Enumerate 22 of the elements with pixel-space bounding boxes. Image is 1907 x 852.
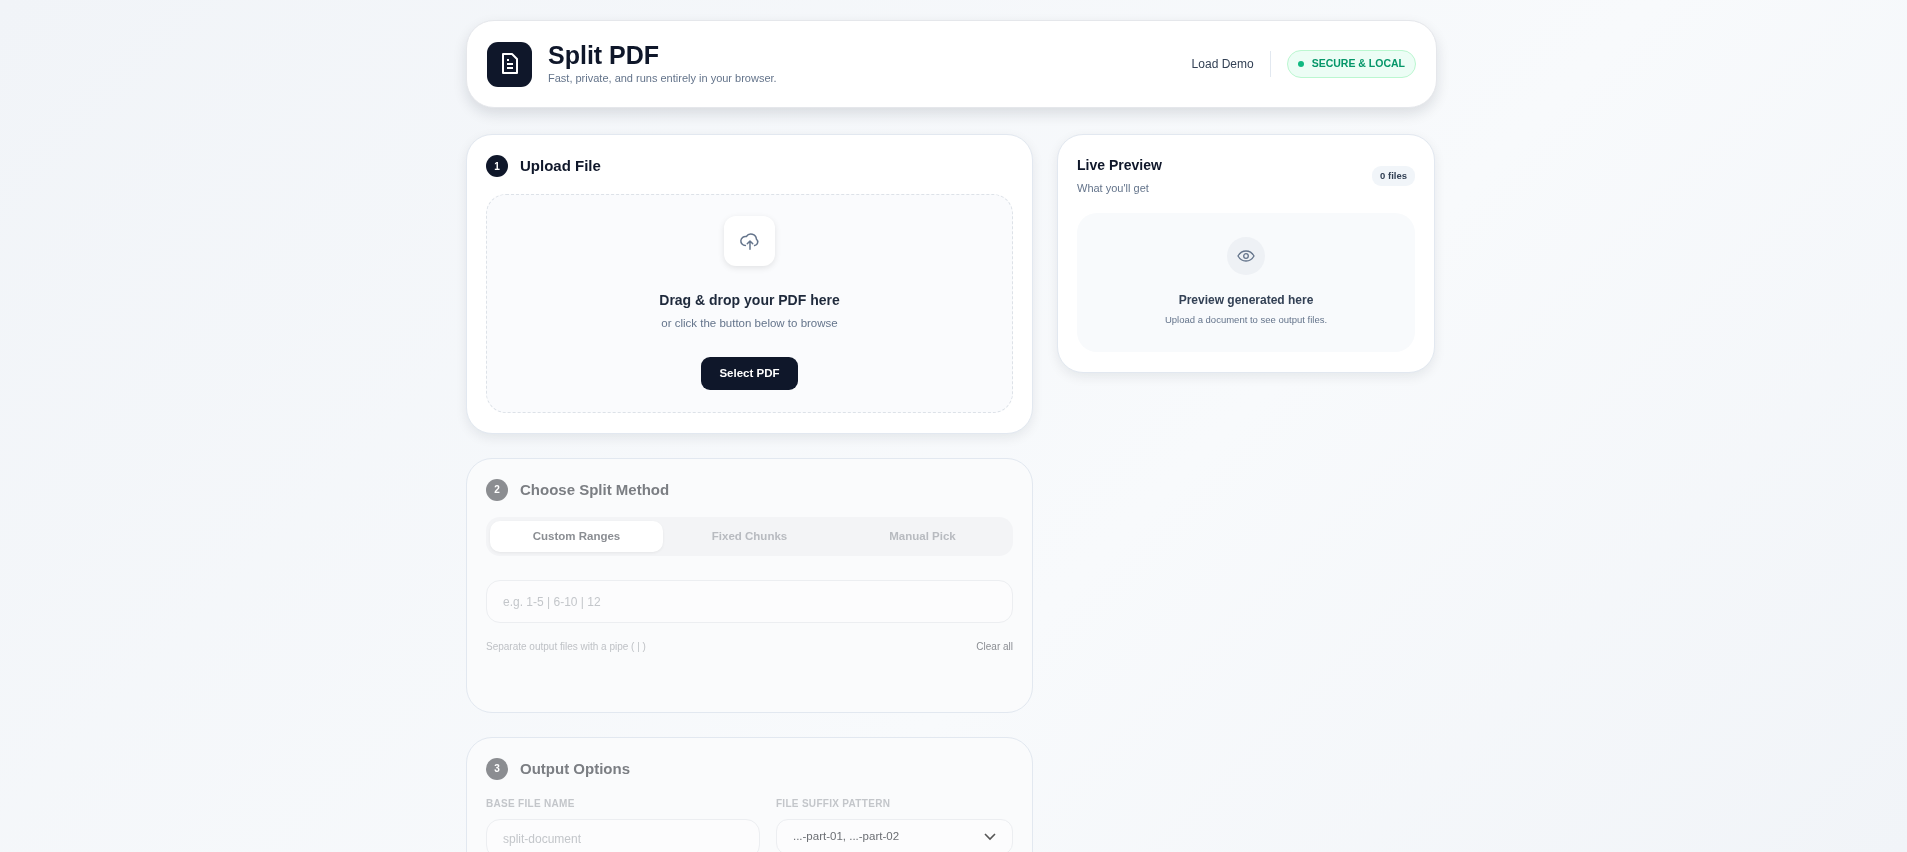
step-number: 1 — [486, 155, 508, 178]
app-title: Split PDF — [548, 42, 661, 70]
select-pdf-button[interactable]: Select PDF — [701, 356, 798, 390]
security-badge: SECURE & LOCAL — [1286, 50, 1416, 78]
eye-icon — [1227, 236, 1265, 275]
empty-title: Preview generated here — [1178, 291, 1314, 309]
empty-hint: Upload a document to see output files. — [1164, 312, 1328, 327]
app-subtitle: Fast, private, and runs entirely in your browser. — [548, 70, 777, 86]
step-number: 2 — [486, 478, 508, 501]
upload-icon — [724, 216, 775, 267]
preview-subtitle: What you'll get — [1077, 181, 1150, 196]
step-title: Upload File — [520, 156, 601, 176]
step-title: Choose Split Method — [520, 479, 670, 500]
logo-icon — [487, 41, 532, 87]
chevron-icon — [984, 833, 996, 841]
step-number: 3 — [486, 757, 508, 780]
step-title: Output Options — [520, 758, 630, 779]
file-count-badge: 0 files — [1372, 165, 1415, 186]
drop-title: Drag & drop your PDF here — [659, 291, 840, 311]
preview-title: Live Preview — [1077, 156, 1162, 175]
drop-hint: or click the button below to browse — [661, 316, 838, 332]
load-demo-link[interactable]: Load Demo — [1191, 55, 1254, 73]
